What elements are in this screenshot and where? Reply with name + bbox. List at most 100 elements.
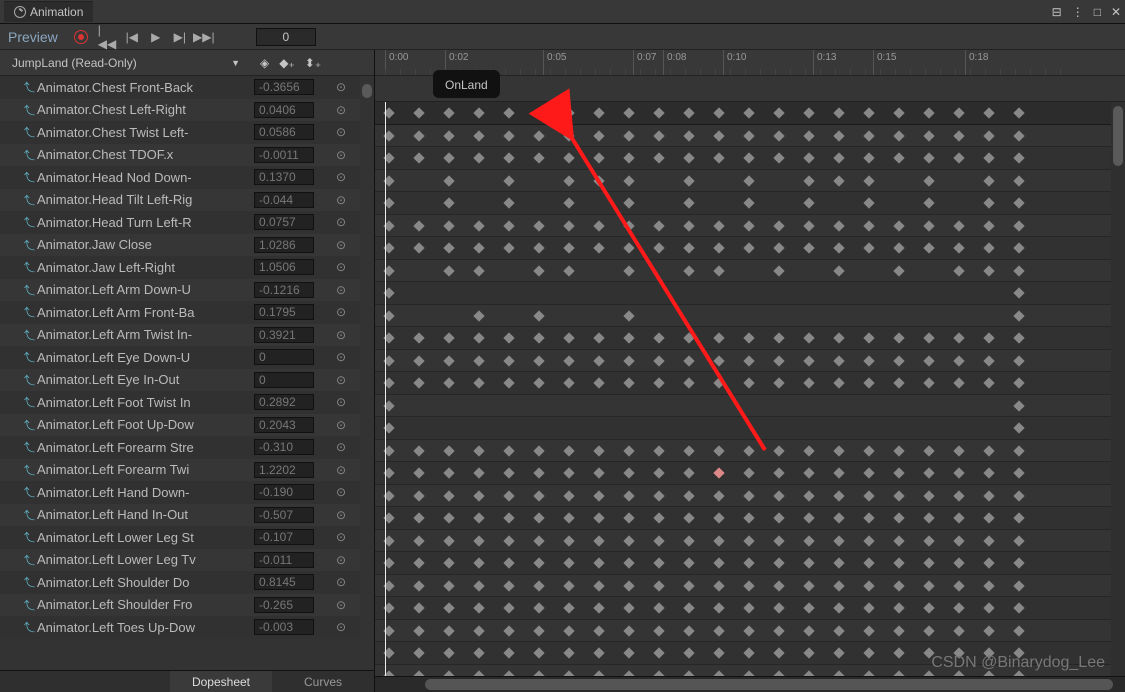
dope-track[interactable] [375,575,1125,598]
animation-tab[interactable]: Animation [4,1,93,22]
keyframe[interactable] [983,332,994,343]
vertical-scrollbar[interactable] [1111,102,1125,676]
dope-track[interactable] [375,462,1125,485]
keyframe[interactable] [683,467,694,478]
keyframe[interactable] [953,490,964,501]
property-menu-icon[interactable]: ⊙ [326,463,356,477]
keyframe[interactable] [953,535,964,546]
keyframe[interactable] [593,490,604,501]
keyframe[interactable] [593,175,604,186]
keyframe[interactable] [833,602,844,613]
keyframe[interactable] [623,512,634,523]
keyframe[interactable] [683,175,694,186]
property-row[interactable]: ⤴Animator.Left Arm Twist In-0.3921⊙ [0,324,374,347]
keyframe[interactable] [773,107,784,118]
keyframe[interactable] [593,220,604,231]
property-value[interactable]: 0 [254,372,314,388]
keyframe[interactable] [563,130,574,141]
keyframe[interactable] [773,130,784,141]
keyframe[interactable] [443,557,454,568]
keyframe[interactable] [773,355,784,366]
keyframe[interactable] [443,580,454,591]
keyframe[interactable] [983,355,994,366]
keyframe[interactable] [803,602,814,613]
keyframe[interactable] [743,490,754,501]
keyframe[interactable] [863,130,874,141]
dope-track[interactable] [375,507,1125,530]
keyframe[interactable] [533,332,544,343]
property-menu-icon[interactable]: ⊙ [326,373,356,387]
keyframe[interactable] [473,355,484,366]
dope-track[interactable] [375,597,1125,620]
keyframe[interactable] [623,332,634,343]
keyframe[interactable] [893,377,904,388]
dope-track[interactable] [375,417,1125,440]
property-menu-icon[interactable]: ⊙ [326,575,356,589]
keyframe[interactable] [623,197,634,208]
keyframe[interactable] [623,220,634,231]
keyframe[interactable] [953,130,964,141]
property-value[interactable]: -0.1216 [254,282,314,298]
keyframe[interactable] [983,242,994,253]
keyframe[interactable] [563,535,574,546]
keyframe[interactable] [1013,107,1024,118]
keyframe[interactable] [413,625,424,636]
keyframe[interactable] [713,647,724,658]
property-row[interactable]: ⤴Animator.Left Forearm Stre-0.310⊙ [0,436,374,459]
keyframe[interactable] [653,467,664,478]
keyframe[interactable] [473,490,484,501]
keyframe[interactable] [413,130,424,141]
keyframe[interactable] [503,647,514,658]
property-value[interactable]: -0.011 [254,552,314,568]
keyframe[interactable] [683,557,694,568]
keyframe[interactable] [863,512,874,523]
keyframe[interactable] [623,377,634,388]
event-track[interactable]: OnLand [375,76,1125,102]
keyframe[interactable] [623,355,634,366]
keyframe[interactable] [563,490,574,501]
property-value[interactable]: -0.190 [254,484,314,500]
keyframe[interactable] [533,310,544,321]
keyframe[interactable] [653,512,664,523]
dope-track[interactable] [375,147,1125,170]
property-row[interactable]: ⤴Animator.Left Foot Up-Dow0.2043⊙ [0,414,374,437]
property-row[interactable]: ⤴Animator.Left Forearm Twi1.2202⊙ [0,459,374,482]
keyframe[interactable] [1013,197,1024,208]
keyframe[interactable] [443,242,454,253]
property-row[interactable]: ⤴Animator.Left Eye Down-U0⊙ [0,346,374,369]
keyframe[interactable] [923,197,934,208]
keyframe[interactable] [413,557,424,568]
dope-track[interactable] [375,282,1125,305]
property-row[interactable]: ⤴Animator.Jaw Left-Right1.0506⊙ [0,256,374,279]
keyframe[interactable] [833,625,844,636]
keyframe[interactable] [803,647,814,658]
keyframe[interactable] [1013,625,1024,636]
keyframe[interactable] [953,107,964,118]
frame-input[interactable] [256,28,316,46]
summary-track[interactable] [375,102,1125,125]
first-frame-button[interactable]: |◀◀ [98,27,118,47]
keyframe[interactable] [893,490,904,501]
keyframe[interactable] [743,557,754,568]
keyframe[interactable] [983,625,994,636]
keyframe[interactable] [443,647,454,658]
keyframe[interactable] [563,332,574,343]
keyframe[interactable] [653,130,664,141]
keyframe[interactable] [593,647,604,658]
keyframe[interactable] [893,647,904,658]
keyframe[interactable] [893,107,904,118]
keyframe[interactable] [503,490,514,501]
keyframe[interactable] [923,512,934,523]
keyframe[interactable] [803,107,814,118]
keyframe[interactable] [653,355,664,366]
keyframe[interactable] [593,130,604,141]
keyframe[interactable] [713,152,724,163]
keyframe[interactable] [683,332,694,343]
keyframe[interactable] [833,580,844,591]
dope-track[interactable] [375,485,1125,508]
keyframe[interactable] [833,355,844,366]
keyframe[interactable] [503,197,514,208]
property-menu-icon[interactable]: ⊙ [326,125,356,139]
keyframe[interactable] [653,332,664,343]
keyframe[interactable] [443,175,454,186]
